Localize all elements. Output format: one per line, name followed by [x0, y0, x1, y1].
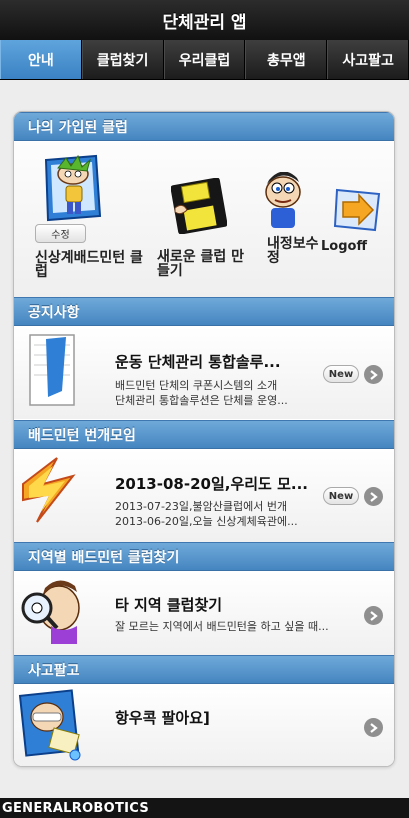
logoff-button[interactable]: Logoff [319, 142, 394, 297]
flash-meetup-line-1: 2013-07-23일,불암산클럽에서 번개 [115, 500, 288, 513]
club-label-create-new: 새로운 클럽 만들기 [157, 249, 245, 279]
tab-secretary-app[interactable]: 총무앱 [245, 40, 328, 79]
chevron-right-icon[interactable] [364, 487, 383, 506]
buy-sell-title: 항우콕 팔아요] [115, 709, 210, 727]
buy-sell-header: 사고팔고 [14, 655, 394, 684]
flash-meetup-line-2: 2013-06-20일,오늘 신상계체육관에... [115, 515, 298, 528]
my-clubs-row: 수정 신상계배드민턴 클럽 새로운 클럽 만들기 내정보수정 Logoff [14, 142, 394, 297]
main-panel: 나의 가입된 클럽 수정 신상계배드민턴 클럽 새로운 클럽 만들기 내정보수정… [13, 111, 395, 767]
footer-bar: GENERALROBOTICS [0, 798, 409, 818]
lightning-icon [22, 457, 76, 523]
buy-sell-item[interactable]: 항우콕 팔아요] [14, 685, 394, 766]
new-badge: New [323, 365, 359, 383]
club-create-new[interactable]: 새로운 클럽 만들기 [149, 142, 247, 297]
club-label-logoff: Logoff [321, 239, 367, 254]
club-label-edit-profile: 내정보수정 [267, 236, 319, 266]
chevron-right-icon[interactable] [364, 718, 383, 737]
app-title-bar: 단체관리 앱 [0, 0, 409, 40]
regional-search-item[interactable]: 타 지역 클럽찾기 잘 모르는 지역에서 배드민턴을 하고 싶을 때... [14, 572, 394, 656]
my-clubs-header: 나의 가입된 클럽 [14, 112, 394, 141]
edit-button[interactable]: 수정 [35, 224, 86, 243]
cartoon-face-icon [265, 172, 301, 228]
new-badge: New [323, 487, 359, 505]
notice-line-1: 배드민턴 단체의 쿠폰시스템의 소개 [115, 379, 278, 392]
tab-bar: 안내 클럽찾기 우리클럽 총무앱 사고팔고 [0, 40, 409, 80]
regional-search-line-1: 잘 모르는 지역에서 배드민턴을 하고 싶을 때... [115, 620, 329, 633]
tab-info[interactable]: 안내 [0, 40, 82, 79]
regional-search-title: 타 지역 클럽찾기 [115, 596, 223, 614]
flash-meetup-item[interactable]: 2013-08-20일,우리도 모... 2013-07-23일,불암산클럽에서… [14, 450, 394, 542]
club-label-shinsanggye: 신상계배드민턴 클럽 [35, 250, 143, 280]
cartoon-boy-icon [44, 154, 102, 222]
chevron-right-icon[interactable] [364, 365, 383, 384]
tab-our-club[interactable]: 우리클럽 [163, 40, 246, 79]
club-edit-profile[interactable]: 내정보수정 [247, 142, 319, 297]
notice-header: 공지사항 [14, 297, 394, 326]
notice-title: 운동 단체관리 통합솔루... [115, 353, 281, 371]
floppy-disk-icon [171, 178, 227, 234]
arrow-forward-icon [333, 188, 381, 232]
regional-search-header: 지역별 배드민턴 클럽찾기 [14, 542, 394, 571]
notice-line-2: 단체관리 통합솔루션은 단체를 운영... [115, 394, 288, 407]
tab-buy-sell[interactable]: 사고팔고 [327, 40, 409, 79]
chevron-right-icon[interactable] [364, 606, 383, 625]
cartoon-reader-icon [18, 689, 81, 761]
tab-club-search[interactable]: 클럽찾기 [81, 40, 164, 79]
document-icon [29, 334, 75, 406]
notice-item[interactable]: 운동 단체관리 통합솔루... 배드민턴 단체의 쿠폰시스템의 소개 단체관리 … [14, 327, 394, 419]
app-title: 단체관리 앱 [162, 12, 247, 33]
footer-brand: GENERALROBOTICS [2, 800, 150, 816]
magnifier-icon [21, 580, 80, 644]
flash-meetup-header: 배드민턴 번개모임 [14, 420, 394, 449]
flash-meetup-title: 2013-08-20일,우리도 모... [115, 475, 308, 493]
club-shinsanggye[interactable]: 수정 신상계배드민턴 클럽 [14, 142, 149, 297]
